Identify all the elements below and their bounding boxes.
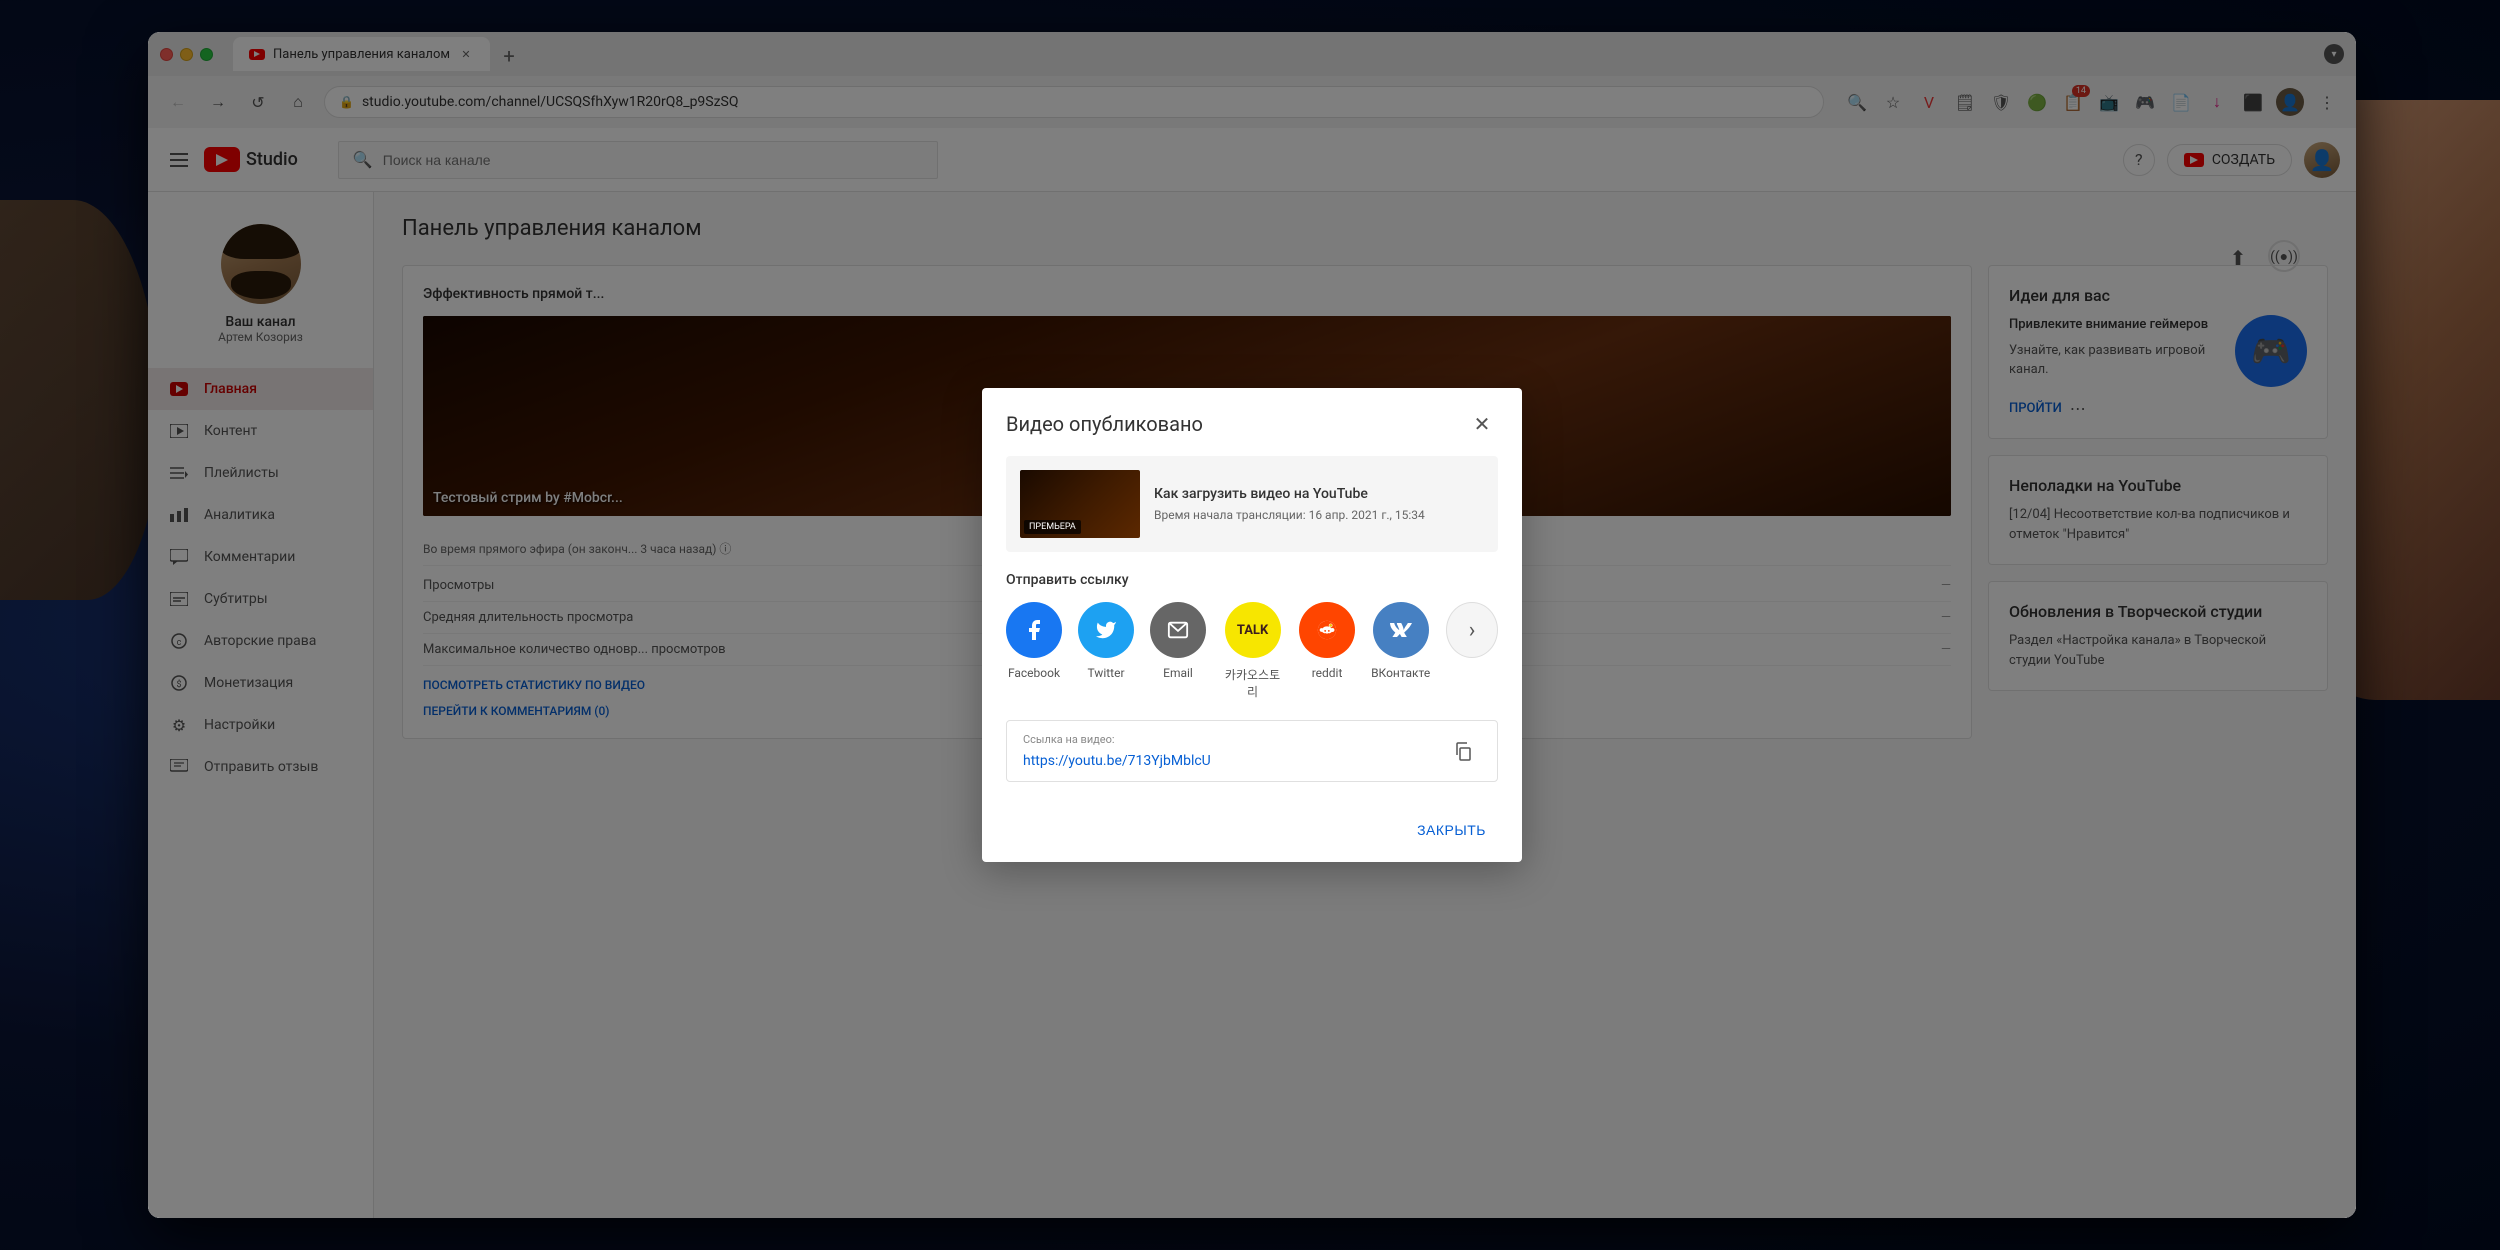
video-info: Как загрузить видео на YouTube Время нач… [1154, 486, 1425, 522]
modal-header: Видео опубликовано ✕ [982, 388, 1522, 456]
kakao-icon: TALK [1225, 602, 1281, 658]
facebook-label: Facebook [1008, 666, 1060, 680]
email-icon [1150, 602, 1206, 658]
premiere-badge: ПРЕМЬЕРА [1024, 520, 1081, 534]
reddit-icon [1299, 602, 1355, 658]
share-icons-row: Facebook Twitter Email [1006, 602, 1498, 700]
video-preview: ПРЕМЬЕРА Как загрузить видео на YouTube … [1006, 456, 1498, 552]
link-content: Ссылка на видео: https://youtu.be/713Yjb… [1023, 733, 1211, 769]
share-kakao[interactable]: TALK 카카오스토리 [1222, 602, 1283, 700]
kakao-label: 카카오스토리 [1222, 666, 1283, 700]
modal-overlay[interactable]: Видео опубликовано ✕ ПРЕМЬЕРА Как загруз… [148, 32, 2356, 1218]
share-label: Отправить ссылку [1006, 572, 1498, 588]
facebook-icon [1006, 602, 1062, 658]
share-twitter[interactable]: Twitter [1078, 602, 1134, 680]
link-section: Ссылка на видео: https://youtu.be/713Yjb… [1006, 720, 1498, 782]
vk-label: ВКонтакте [1371, 666, 1430, 680]
share-next-button[interactable]: › [1446, 602, 1498, 658]
video-meta: Время начала трансляции: 16 апр. 2021 г.… [1154, 508, 1425, 522]
close-modal-button[interactable]: ЗАКРЫТЬ [1405, 814, 1498, 846]
browser-window: Панель управления каналом ✕ + ▾ ← → ↺ ⌂ … [148, 32, 2356, 1218]
modal-close-button[interactable]: ✕ [1466, 408, 1498, 440]
twitter-label: Twitter [1087, 666, 1124, 680]
next-arrow-icon: › [1469, 618, 1476, 643]
copy-link-button[interactable] [1445, 733, 1481, 769]
modal-footer: ЗАКРЫТЬ [982, 802, 1522, 862]
modal-title: Видео опубликовано [1006, 412, 1203, 436]
video-link[interactable]: https://youtu.be/713YjbMblcU [1023, 753, 1211, 769]
twitter-icon [1078, 602, 1134, 658]
share-facebook[interactable]: Facebook [1006, 602, 1062, 680]
modal-body: ПРЕМЬЕРА Как загрузить видео на YouTube … [982, 456, 1522, 802]
share-email[interactable]: Email [1150, 602, 1206, 680]
video-title: Как загрузить видео на YouTube [1154, 486, 1425, 502]
reddit-label: reddit [1312, 666, 1343, 680]
video-thumbnail: ПРЕМЬЕРА [1020, 470, 1140, 538]
vk-icon [1373, 602, 1429, 658]
space-rock-left [0, 200, 160, 600]
share-modal: Видео опубликовано ✕ ПРЕМЬЕРА Как загруз… [982, 388, 1522, 862]
share-reddit[interactable]: reddit [1299, 602, 1355, 680]
email-label: Email [1163, 666, 1193, 680]
link-label: Ссылка на видео: [1023, 733, 1211, 746]
share-vk[interactable]: ВКонтакте [1371, 602, 1430, 680]
